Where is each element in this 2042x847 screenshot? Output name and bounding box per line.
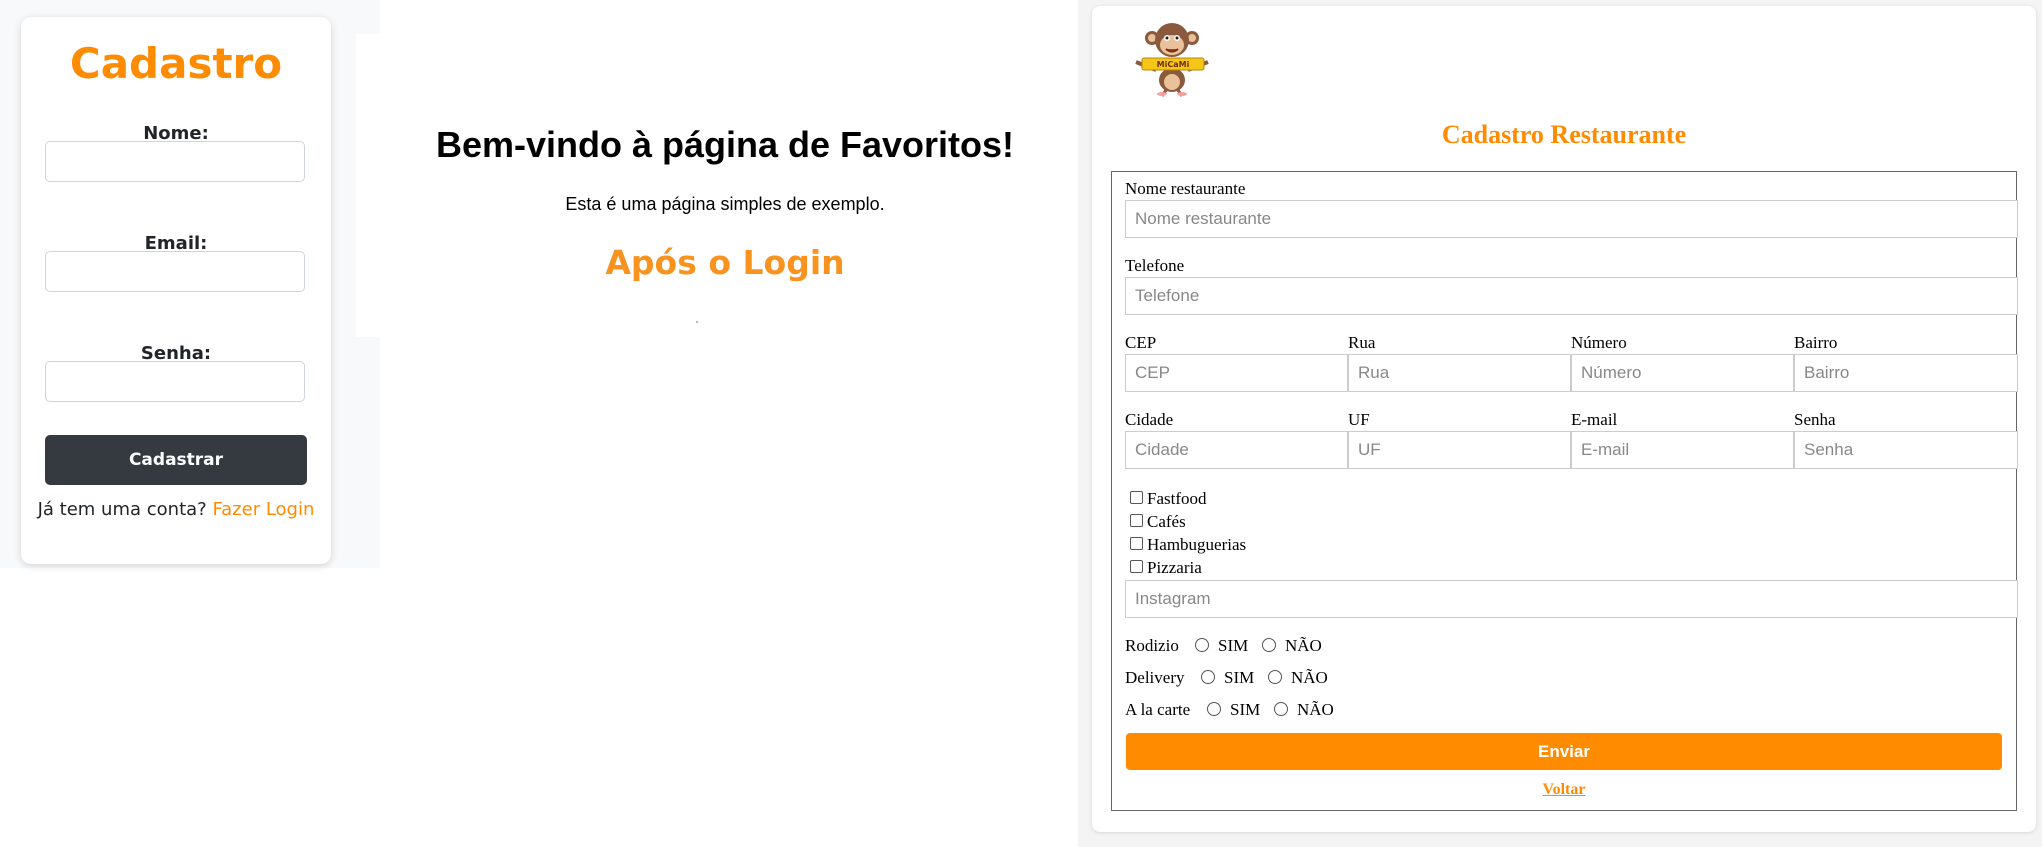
street-label: Rua: [1348, 333, 1376, 352]
restaurant-name-label: Nome restaurante: [1125, 179, 1246, 198]
signup-card: Cadastro Nome: Email: Senha: Cadastrar J…: [21, 17, 331, 564]
instagram-input[interactable]: Instagram: [1125, 580, 2018, 618]
category-fastfood-label: Fastfood: [1147, 489, 1207, 508]
alacarte-no-label: NÃO: [1297, 700, 1334, 719]
restaurant-title: Cadastro Restaurante: [1441, 120, 1687, 149]
email-input[interactable]: [45, 251, 305, 292]
favorites-title: Bem-vindo à página de Favoritos!: [435, 124, 1015, 165]
name-input[interactable]: [45, 141, 305, 182]
signup-title: Cadastro: [69, 39, 283, 88]
district-label: Bairro: [1794, 333, 1838, 352]
favorites-container: [356, 34, 1076, 337]
state-label: UF: [1348, 410, 1370, 429]
password-input[interactable]: [45, 361, 305, 402]
street-input[interactable]: Rua: [1348, 354, 1571, 392]
svg-text:MiCaMi: MiCaMi: [1157, 60, 1190, 69]
category-cafes-label: Cafés: [1147, 512, 1186, 531]
cep-label: CEP: [1125, 333, 1157, 352]
city-label: Cidade: [1125, 410, 1174, 429]
rodizio-yes-label: SIM: [1218, 636, 1249, 655]
restaurant-password-input[interactable]: Senha: [1794, 431, 2018, 469]
category-hamburguerias-label: Hambuguerias: [1147, 535, 1247, 554]
city-input[interactable]: Cidade: [1125, 431, 1348, 469]
login-prompt-text: Já tem uma conta?: [37, 499, 207, 520]
favorites-subtitle: Esta é uma página simples de exemplo.: [565, 194, 885, 214]
checkbox-cafes[interactable]: [1130, 514, 1143, 527]
checkbox-pizzaria[interactable]: [1130, 560, 1143, 573]
submit-button[interactable]: Enviar: [1126, 733, 2002, 770]
number-label: Número: [1571, 333, 1627, 352]
district-input[interactable]: Bairro: [1794, 354, 2018, 392]
phone-label: Telefone: [1125, 256, 1185, 275]
restaurant-email-label: E-mail: [1571, 410, 1618, 429]
alacarte-yes-label: SIM: [1230, 700, 1261, 719]
delivery-yes-radio[interactable]: [1201, 670, 1215, 684]
restaurant-email-input[interactable]: E-mail: [1571, 431, 1794, 469]
divider-dot: [696, 321, 698, 323]
rodizio-label: Rodizio: [1125, 636, 1179, 655]
delivery-no-label: NÃO: [1291, 668, 1328, 687]
rodizio-yes-radio[interactable]: [1195, 638, 1209, 652]
rodizio-no-radio[interactable]: [1262, 638, 1276, 652]
restaurant-password-label: Senha: [1794, 410, 1836, 429]
phone-input[interactable]: Telefone: [1125, 277, 2018, 315]
number-input[interactable]: Número: [1571, 354, 1794, 392]
monkey-logo: MiCaMi: [1135, 23, 1209, 97]
login-prompt-line: Já tem uma conta? Fazer Login: [21, 499, 331, 520]
login-link[interactable]: Fazer Login: [212, 499, 314, 520]
delivery-no-radio[interactable]: [1268, 670, 1282, 684]
after-login-heading: Após o Login: [605, 243, 845, 282]
delivery-label: Delivery: [1125, 668, 1185, 687]
restaurant-name-input[interactable]: Nome restaurante: [1125, 200, 2018, 238]
cep-input[interactable]: CEP: [1125, 354, 1348, 392]
delivery-yes-label: SIM: [1224, 668, 1255, 687]
checkbox-fastfood[interactable]: [1130, 491, 1143, 504]
signup-button[interactable]: Cadastrar: [45, 435, 307, 485]
alacarte-yes-radio[interactable]: [1207, 702, 1221, 716]
category-pizzaria-label: Pizzaria: [1147, 558, 1202, 577]
alacarte-label: A la carte: [1125, 700, 1191, 719]
back-link[interactable]: Voltar: [1092, 781, 2036, 799]
rodizio-no-label: NÃO: [1285, 636, 1322, 655]
state-input[interactable]: UF: [1348, 431, 1571, 469]
checkbox-hamburguerias[interactable]: [1130, 537, 1143, 550]
alacarte-no-radio[interactable]: [1274, 702, 1288, 716]
